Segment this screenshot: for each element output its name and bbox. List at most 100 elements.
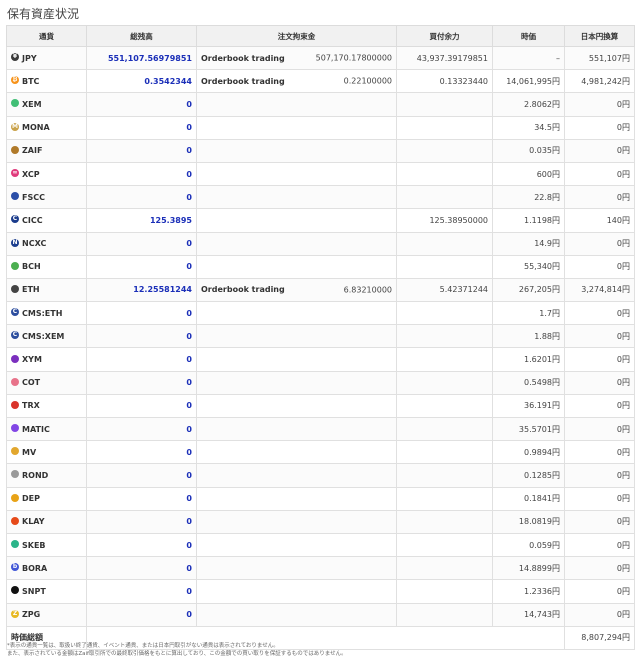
currency-name: COT (22, 378, 41, 388)
cms-xem-icon: C (11, 331, 19, 340)
order-lock-cell (196, 556, 397, 581)
price-cell: – (492, 45, 565, 71)
currency-name: BTC (22, 76, 40, 86)
jpy-value-cell: 0円 (564, 440, 635, 465)
buying-power-cell (396, 324, 493, 349)
dep-icon (11, 493, 19, 502)
price-cell: 36.191円 (492, 393, 565, 419)
currency-cell: XYM (6, 347, 87, 372)
table-row: COT 0 0.5498円 0円 (6, 370, 635, 395)
currency-name: FSCC (22, 192, 45, 202)
currency-cell: M MONA (6, 115, 87, 140)
currency-name: BORA (22, 563, 48, 573)
buying-power-cell (396, 370, 493, 395)
currency-name: TRX (22, 401, 40, 411)
currency-name: MATIC (22, 424, 50, 434)
jpy-value-cell: 4,981,242円 (564, 69, 635, 94)
currency-name: ZAIF (22, 146, 43, 156)
klay-icon (11, 516, 19, 525)
order-lock-cell (196, 301, 397, 326)
order-lock-cell (196, 579, 397, 604)
currency-cell: BCH (6, 254, 87, 279)
price-cell: 22.8円 (492, 185, 565, 210)
table-row: BCH 0 55,340円 0円 (6, 254, 635, 279)
table-row: MV 0 0.9894円 0円 (6, 440, 635, 465)
ethereum-icon (11, 284, 19, 293)
buying-power-cell (396, 532, 493, 558)
jpy-value-cell: 0円 (564, 138, 635, 163)
buying-power-cell (396, 254, 493, 279)
price-cell: 0.1285円 (492, 463, 565, 488)
jpy-value-cell: 0円 (564, 324, 635, 349)
currency-name: ETH (22, 285, 40, 295)
balance-cell: 0 (86, 463, 197, 488)
currency-cell: MV (6, 440, 87, 465)
table-row: TRX 0 36.191円 0円 (6, 393, 635, 419)
buying-power-cell (396, 138, 493, 163)
currency-cell: COT (6, 370, 87, 395)
price-cell: 0.1841円 (492, 486, 565, 511)
buying-power-cell: 5.42371244 (396, 277, 493, 303)
zaif-icon (11, 145, 19, 154)
jpy-value-cell: 0円 (564, 115, 635, 140)
price-cell: 14,743円 (492, 602, 565, 627)
page-title: 保有資産状況 (7, 7, 80, 21)
balance-cell: 12.25581244 (86, 277, 197, 303)
balance-cell: 0 (86, 301, 197, 326)
currency-cell: ¥ JPY (6, 45, 87, 71)
price-cell: 1.2336円 (492, 579, 565, 604)
footnote-line: *表示の通貨一覧は、取扱い終了通貨、イベント通貨、または日本円取引がない通貨は表… (7, 643, 279, 649)
currency-cell: SKEB (6, 532, 87, 558)
cicc-icon: C (11, 215, 19, 224)
price-cell: 0.9894円 (492, 440, 565, 465)
bora-icon: b (11, 563, 19, 572)
order-lock-cell: Orderbook trading 0.22100000 (196, 69, 397, 94)
buying-power-cell (396, 509, 493, 534)
table-row: b BORA 0 14.8899円 0円 (6, 556, 635, 581)
order-lock-cell (196, 393, 397, 419)
table-row: ¥ JPY 551,107.56979851 Orderbook trading … (6, 45, 635, 71)
order-lock-cell (196, 440, 397, 465)
order-lock-cell (196, 324, 397, 349)
currency-name: SKEB (22, 540, 46, 550)
buying-power-cell (396, 301, 493, 326)
order-lock-cell (196, 254, 397, 279)
order-amount: 507,170.17800000 (315, 53, 392, 63)
order-lock-cell (196, 231, 397, 256)
ncxc-icon: N (11, 238, 19, 247)
bitcoin-icon: ₿ (11, 76, 19, 85)
currency-cell: C CICC (6, 208, 87, 233)
currency-cell: XEM (6, 92, 87, 117)
xym-icon (11, 354, 19, 363)
balance-cell: 125.3895 (86, 208, 197, 233)
table-row: DEP 0 0.1841円 0円 (6, 486, 635, 511)
balance-cell: 0 (86, 231, 197, 256)
buying-power-cell: 43,937.39179851 (396, 45, 493, 71)
currency-name: KLAY (22, 517, 45, 527)
cms-eth-icon: C (11, 308, 19, 317)
price-cell: 267,205円 (492, 277, 565, 303)
price-cell: 1.6201円 (492, 347, 565, 372)
column-header-jpy-value: 日本円換算 (564, 25, 635, 47)
price-cell: 600円 (492, 161, 565, 187)
price-cell: 2.8062円 (492, 92, 565, 117)
currency-name: CMS:ETH (22, 308, 63, 318)
buying-power-cell (396, 347, 493, 372)
jpy-value-cell: 140円 (564, 208, 635, 233)
balance-cell: 0 (86, 532, 197, 558)
balance-cell: 0 (86, 602, 197, 627)
order-lock-cell (196, 138, 397, 163)
table-row: ∞ XCP 0 600円 0円 (6, 161, 635, 187)
footnotes: *表示の通貨一覧は、取扱い終了通貨、イベント通貨、または日本円取引がない通貨は表… (7, 642, 635, 658)
jpy-value-cell: 0円 (564, 532, 635, 558)
column-header-order-lock: 注文拘束金 (196, 25, 397, 47)
balance-cell: 0.3542344 (86, 69, 197, 94)
column-header-currency: 通貨 (6, 25, 87, 47)
buying-power-cell: 125.38950000 (396, 208, 493, 233)
order-lock-cell (196, 115, 397, 140)
jpy-value-cell: 0円 (564, 347, 635, 372)
skeb-icon (11, 540, 19, 549)
order-lock-cell: Orderbook trading 507,170.17800000 (196, 45, 397, 71)
jpy-value-cell: 0円 (564, 92, 635, 117)
currency-name: CICC (22, 215, 43, 225)
